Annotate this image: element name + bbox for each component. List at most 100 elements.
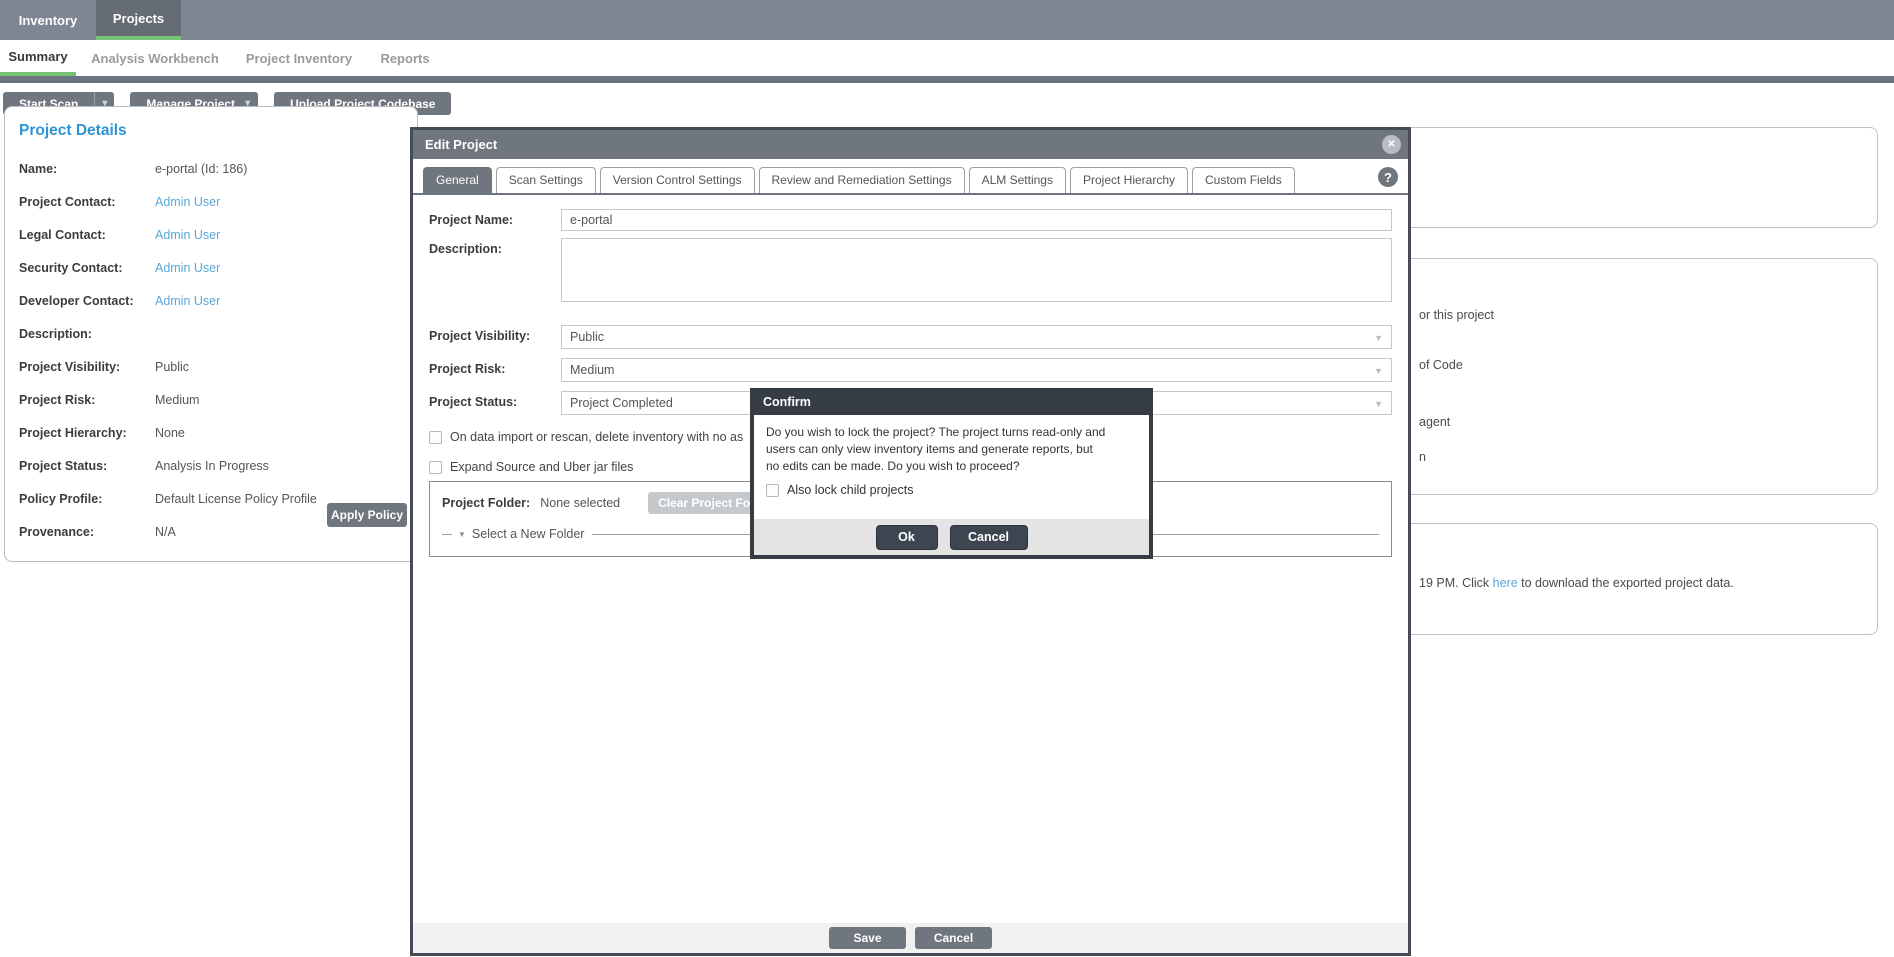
detail-value: Analysis In Progress (155, 459, 269, 473)
detail-row-visibility: Project Visibility: Public (5, 350, 417, 383)
detail-label: Project Status: (19, 459, 155, 473)
top-tab-projects[interactable]: Projects (96, 0, 181, 40)
detail-label: Security Contact: (19, 261, 155, 275)
visibility-select[interactable]: Public ▼ (561, 325, 1392, 349)
detail-label: Project Visibility: (19, 360, 155, 374)
edit-dialog-tab-strip: General Scan Settings Version Control Se… (413, 159, 1408, 195)
confirm-dialog-title: Confirm (754, 392, 1149, 415)
status-label: Project Status: (429, 391, 561, 415)
detail-value: e-portal (Id: 186) (155, 162, 247, 176)
export-status-text: 19 PM. Click here to download the export… (1419, 576, 1734, 590)
tab-reports[interactable]: Reports (378, 40, 432, 76)
project-contact-link[interactable]: Admin User (155, 195, 220, 209)
tab-analysis-workbench[interactable]: Analysis Workbench (90, 40, 220, 76)
risk-row: Project Risk: Medium ▼ (429, 358, 1392, 382)
detail-row-status: Project Status: Analysis In Progress (5, 449, 417, 482)
export-text-prefix: 19 PM. Click (1419, 576, 1493, 590)
detail-row-legal-contact: Legal Contact: Admin User (5, 218, 417, 251)
chevron-down-icon: ▼ (1374, 333, 1383, 343)
chevron-down-icon: ▼ (1374, 399, 1383, 409)
description-row: Description: (429, 238, 1392, 302)
edit-dialog-footer: Save Cancel (413, 923, 1408, 953)
detail-row-project-contact: Project Contact: Admin User (5, 185, 417, 218)
detail-label: Provenance: (19, 525, 155, 539)
right-panel-text-fragment: of Code (1419, 358, 1463, 372)
detail-row-security-contact: Security Contact: Admin User (5, 251, 417, 284)
project-name-label: Project Name: (429, 209, 561, 231)
detail-label: Project Hierarchy: (19, 426, 155, 440)
detail-label: Name: (19, 162, 155, 176)
status-value: Project Completed (570, 396, 673, 410)
project-name-row: Project Name: (429, 209, 1392, 231)
tab-scan-settings[interactable]: Scan Settings (496, 167, 596, 193)
lock-children-checkbox-row: Also lock child projects (766, 483, 1149, 497)
project-folder-label: Project Folder: (442, 496, 530, 510)
description-textarea[interactable] (561, 238, 1392, 302)
tab-project-inventory[interactable]: Project Inventory (245, 40, 353, 76)
tab-review-remediation-settings[interactable]: Review and Remediation Settings (759, 167, 965, 193)
top-tab-inventory[interactable]: Inventory (0, 0, 96, 40)
detail-label: Policy Profile: (19, 492, 155, 506)
visibility-row: Project Visibility: Public ▼ (429, 325, 1392, 349)
tab-alm-settings[interactable]: ALM Settings (969, 167, 1066, 193)
lock-children-checkbox[interactable] (766, 484, 779, 497)
detail-value: N/A (155, 525, 176, 539)
export-text-suffix: to download the exported project data. (1518, 576, 1734, 590)
expand-source-checkbox[interactable] (429, 461, 442, 474)
sub-nav-bar: Summary Analysis Workbench Project Inven… (0, 40, 1894, 76)
chevron-down-icon: ▼ (458, 530, 466, 539)
apply-policy-button[interactable]: Apply Policy (327, 503, 407, 527)
lock-children-label: Also lock child projects (787, 483, 913, 497)
cancel-button[interactable]: Cancel (915, 927, 992, 949)
right-panel-text-fragment: or this project (1419, 308, 1494, 322)
confirm-message: Do you wish to lock the project? The pro… (754, 415, 1149, 474)
confirm-cancel-button[interactable]: Cancel (950, 525, 1028, 550)
right-panel-text-fragment: n (1419, 450, 1426, 464)
detail-label: Description: (19, 327, 155, 341)
detail-label: Developer Contact: (19, 294, 155, 308)
edit-dialog-title: Edit Project (425, 137, 497, 152)
tab-project-hierarchy[interactable]: Project Hierarchy (1070, 167, 1188, 193)
tab-version-control-settings[interactable]: Version Control Settings (600, 167, 755, 193)
detail-row-name: Name: e-portal (Id: 186) (5, 152, 417, 185)
save-button[interactable]: Save (829, 927, 906, 949)
tab-custom-fields[interactable]: Custom Fields (1192, 167, 1295, 193)
confirm-dialog-footer: Ok Cancel (754, 519, 1149, 555)
help-icon[interactable]: ? (1378, 167, 1398, 187)
description-label: Description: (429, 238, 561, 302)
detail-value: Medium (155, 393, 199, 407)
tab-general[interactable]: General (423, 167, 492, 193)
chevron-down-icon: ▼ (1374, 366, 1383, 376)
edit-dialog-header: Edit Project ✕ (413, 130, 1408, 159)
project-name-input[interactable] (561, 209, 1392, 231)
detail-label: Project Contact: (19, 195, 155, 209)
detail-value: Public (155, 360, 189, 374)
top-nav-bar: Inventory Projects (0, 0, 1894, 40)
divider-line (442, 534, 452, 535)
risk-select[interactable]: Medium ▼ (561, 358, 1392, 382)
delete-inventory-checkbox[interactable] (429, 431, 442, 444)
nav-divider-strip (0, 76, 1894, 83)
security-contact-link[interactable]: Admin User (155, 261, 220, 275)
risk-label: Project Risk: (429, 358, 561, 382)
detail-row-risk: Project Risk: Medium (5, 383, 417, 416)
tab-summary[interactable]: Summary (0, 40, 76, 76)
visibility-label: Project Visibility: (429, 325, 561, 349)
detail-row-description: Description: (5, 317, 417, 350)
confirm-dialog: Confirm Do you wish to lock the project?… (750, 388, 1153, 559)
detail-label: Project Risk: (19, 393, 155, 407)
risk-value: Medium (570, 363, 614, 377)
expand-source-label: Expand Source and Uber jar files (450, 460, 633, 474)
detail-row-hierarchy: Project Hierarchy: None (5, 416, 417, 449)
ok-button[interactable]: Ok (876, 525, 938, 550)
detail-value: None (155, 426, 185, 440)
close-icon[interactable]: ✕ (1382, 135, 1401, 154)
developer-contact-link[interactable]: Admin User (155, 294, 220, 308)
export-download-link[interactable]: here (1493, 576, 1518, 590)
legal-contact-link[interactable]: Admin User (155, 228, 220, 242)
detail-row-developer-contact: Developer Contact: Admin User (5, 284, 417, 317)
right-panel-text-fragment: agent (1419, 415, 1450, 429)
select-new-folder-toggle[interactable]: Select a New Folder (472, 527, 585, 541)
detail-value: Default License Policy Profile (155, 492, 317, 506)
project-folder-value: None selected (540, 496, 620, 510)
